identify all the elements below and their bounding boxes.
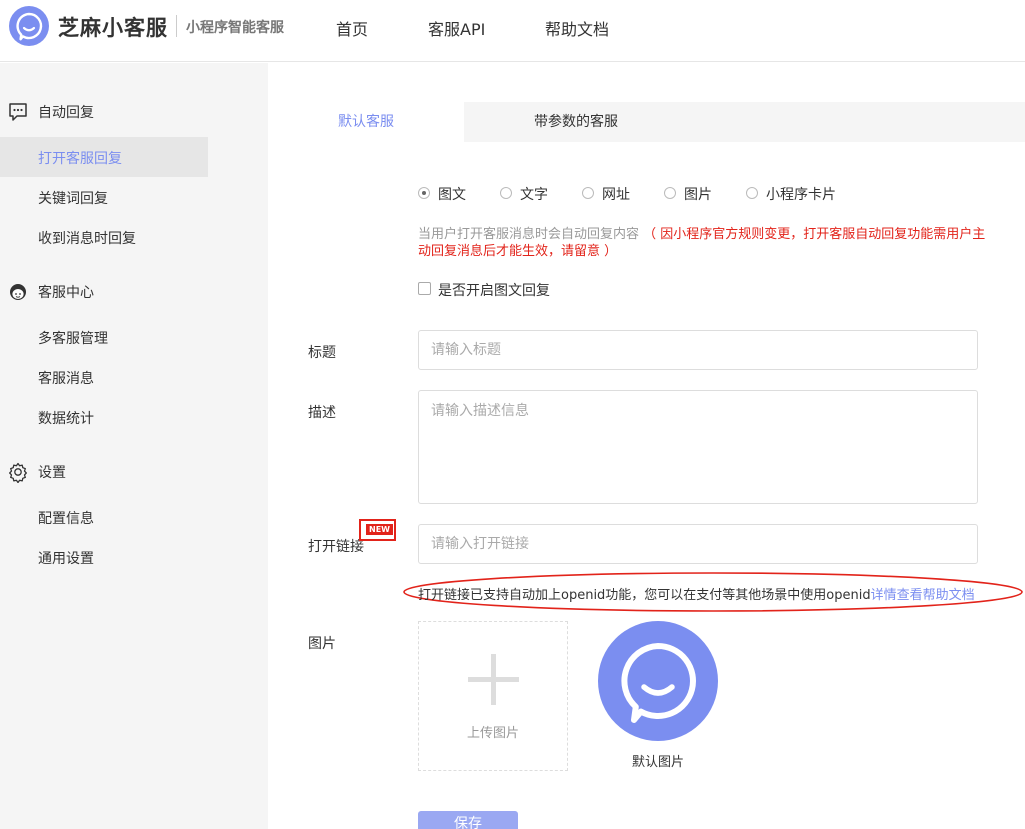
enable-rich-reply-label: 是否开启图文回复 bbox=[438, 283, 550, 299]
radio-image[interactable]: 图片 bbox=[664, 184, 724, 203]
tab-bar: 默认客服 带参数的客服 bbox=[268, 102, 1025, 142]
help-docs-link[interactable]: 详情查看帮助文档 bbox=[871, 588, 975, 603]
sidebar-item-keyword-reply[interactable]: 关键词回复 bbox=[0, 177, 208, 217]
sidebar-item-statistics[interactable]: 数据统计 bbox=[0, 397, 208, 437]
sidebar-item-label: 通用设置 bbox=[38, 551, 94, 567]
top-header: 芝麻小客服 小程序智能客服 首页 客服API 帮助文档 bbox=[0, 0, 1025, 62]
sidebar-item-label: 数据统计 bbox=[38, 411, 94, 427]
radio-dot bbox=[418, 187, 430, 199]
new-badge: NEW bbox=[359, 519, 396, 541]
sidebar-item-label: 多客服管理 bbox=[38, 331, 108, 347]
sidebar-item-label: 打开客服回复 bbox=[38, 151, 122, 167]
radio-dot bbox=[500, 187, 512, 199]
openid-note: 打开链接已支持自动加上openid功能，您可以在支付等其他场景中使用openid… bbox=[418, 584, 975, 603]
sidebar-item-open-service-reply[interactable]: 打开客服回复 bbox=[0, 137, 208, 177]
sidebar-item-message-reply[interactable]: 收到消息时回复 bbox=[0, 217, 208, 257]
sidebar-item-service-messages[interactable]: 客服消息 bbox=[0, 357, 208, 397]
radio-label: 网址 bbox=[602, 187, 630, 203]
radio-label: 文字 bbox=[520, 187, 548, 203]
sidebar-item-config[interactable]: 配置信息 bbox=[0, 497, 208, 537]
auto-reply-hint: 当用户打开客服消息时会自动回复内容 （ 因小程序官方规则变更，打开客服自动回复功… bbox=[418, 226, 988, 260]
upload-image-label: 上传图片 bbox=[466, 726, 519, 741]
default-image-label: 默认图片 bbox=[631, 755, 684, 770]
sidebar-group-label: 自动回复 bbox=[38, 105, 94, 121]
title-label: 标题 bbox=[308, 345, 336, 361]
sidebar-item-multi-agent[interactable]: 多客服管理 bbox=[0, 317, 208, 357]
plus-icon-vertical bbox=[491, 654, 496, 705]
openid-note-text: 打开链接已支持自动加上openid功能，您可以在支付等其他场景中使用openid bbox=[418, 588, 871, 603]
radio-dot bbox=[582, 187, 594, 199]
enable-rich-reply-checkbox[interactable] bbox=[418, 282, 431, 295]
sidebar-item-label: 客服消息 bbox=[38, 371, 94, 387]
sidebar-group-auto-reply: 自动回复 bbox=[0, 100, 268, 124]
sidebar-group-settings: 设置 bbox=[0, 460, 268, 484]
tab-default-service[interactable]: 默认客服 bbox=[268, 102, 464, 142]
nav-home[interactable]: 首页 bbox=[336, 16, 368, 40]
description-textarea[interactable] bbox=[418, 390, 978, 504]
agent-avatar-icon bbox=[7, 281, 29, 303]
brand-name[interactable]: 芝麻小客服 bbox=[58, 12, 168, 42]
radio-label: 图片 bbox=[684, 187, 712, 203]
radio-mini-program-card[interactable]: 小程序卡片 bbox=[746, 184, 846, 203]
title-input[interactable] bbox=[418, 330, 978, 370]
brand-subtitle: 小程序智能客服 bbox=[186, 20, 284, 36]
nav-service-api[interactable]: 客服API bbox=[428, 16, 485, 40]
radio-dot bbox=[664, 187, 676, 199]
description-label: 描述 bbox=[308, 405, 336, 421]
radio-label: 小程序卡片 bbox=[766, 187, 836, 203]
sidebar-group-label: 客服中心 bbox=[38, 285, 94, 301]
sidebar-group-service-center: 客服中心 bbox=[0, 280, 268, 304]
sidebar-item-general-settings[interactable]: 通用设置 bbox=[0, 537, 208, 577]
brand-divider bbox=[176, 15, 177, 37]
radio-rich-text[interactable]: 图文 bbox=[418, 184, 478, 203]
radio-url[interactable]: 网址 bbox=[582, 184, 642, 203]
nav-help-docs[interactable]: 帮助文档 bbox=[545, 16, 609, 40]
radio-text[interactable]: 文字 bbox=[500, 184, 560, 203]
sidebar-group-label: 设置 bbox=[38, 465, 66, 481]
open-link-input[interactable] bbox=[418, 524, 978, 564]
open-link-label: 打开链接 bbox=[308, 539, 364, 555]
radio-dot bbox=[746, 187, 758, 199]
logo-icon[interactable] bbox=[9, 6, 49, 46]
image-label: 图片 bbox=[308, 636, 336, 652]
radio-label: 图文 bbox=[438, 187, 466, 203]
hint-text: 当用户打开客服消息时会自动回复内容 bbox=[418, 227, 640, 242]
gear-icon bbox=[7, 461, 29, 484]
new-badge-text: NEW bbox=[366, 524, 393, 535]
sidebar-item-label: 配置信息 bbox=[38, 511, 94, 527]
tab-param-service[interactable]: 带参数的客服 bbox=[464, 102, 688, 142]
sidebar-item-label: 关键词回复 bbox=[38, 191, 108, 207]
chat-bubble-icon bbox=[7, 101, 29, 123]
save-button[interactable]: 保存 bbox=[418, 811, 518, 829]
default-image[interactable] bbox=[598, 621, 718, 741]
sidebar-item-label: 收到消息时回复 bbox=[38, 231, 136, 247]
upload-image-button[interactable]: 上传图片 bbox=[418, 621, 568, 771]
